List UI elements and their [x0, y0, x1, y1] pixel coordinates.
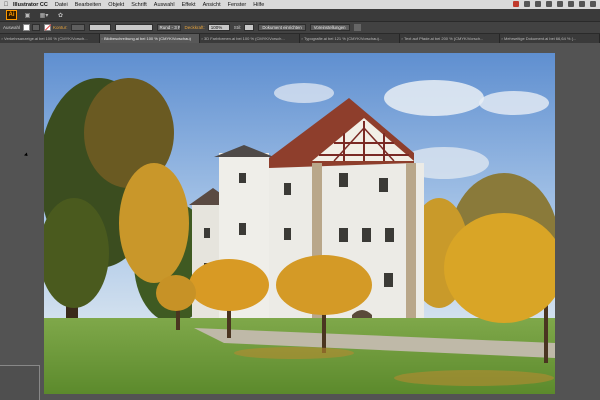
placed-image[interactable] [44, 53, 555, 394]
dropbox-icon[interactable] [524, 1, 530, 7]
list-icon[interactable] [590, 1, 596, 7]
wifi-icon[interactable] [546, 1, 552, 7]
macos-menubar:  Illustrator CC Datei Bearbeiten Objekt… [0, 0, 600, 9]
apple-icon[interactable]:  [3, 1, 9, 8]
tab-document-active[interactable]: × Bildbeschreibung.ai bei 100 % (CMYK/Vor… [100, 34, 200, 43]
volume-icon[interactable] [557, 1, 563, 7]
tab-document[interactable]: × 3D Farbformen.ai bei 100 % (CMYK/Vorsch… [200, 34, 300, 43]
menu-ansicht[interactable]: Ansicht [203, 2, 221, 8]
close-tab-icon[interactable]: × [301, 34, 303, 43]
castle-photo-illustration [44, 53, 555, 394]
mouse-cursor-icon [24, 152, 29, 158]
document-setup-button[interactable]: Dokument einrichten [258, 24, 306, 31]
stroke-label[interactable]: Kontur: [53, 25, 68, 30]
control-bar: Auswahl Kontur: Rund - 3 Pt. Deckkraft: … [0, 22, 600, 34]
menu-auswahl[interactable]: Auswahl [154, 2, 175, 8]
search-icon[interactable] [579, 1, 585, 7]
cloud-icon[interactable] [535, 1, 541, 7]
adjacent-artboard[interactable] [0, 365, 40, 400]
menu-fenster[interactable]: Fenster [228, 2, 247, 8]
stroke-weight-dropdown[interactable] [70, 24, 85, 31]
fill-swatch[interactable] [23, 24, 31, 31]
opacity-dropdown[interactable]: 100% [207, 24, 230, 31]
status-icons [513, 1, 596, 7]
menu-objekt[interactable]: Objekt [108, 2, 124, 8]
bridge-icon[interactable]: ▣ [23, 11, 32, 19]
app-bar: Ai ▣ ▦▾ ✿ [0, 9, 600, 22]
close-tab-icon[interactable]: × [201, 34, 203, 43]
style-label: Stil: [233, 25, 242, 30]
tab-document[interactable]: × Text auf Pfade.ai bei 200 % (CMYK/Vorsc… [400, 34, 500, 43]
tab-document[interactable]: × Verkehrsanzeige.ai bei 100 % (CMYK/Vors… [0, 34, 100, 43]
app-menu[interactable]: Illustrator CC [13, 2, 48, 8]
brush-dropdown[interactable]: Rund - 3 Pt. [156, 24, 181, 31]
stroke-swatch[interactable] [44, 24, 52, 31]
opacity-label[interactable]: Deckkraft: [185, 25, 205, 30]
menu-schrift[interactable]: Schrift [131, 2, 147, 8]
menu-datei[interactable]: Datei [55, 2, 68, 8]
gpu-icon[interactable]: ✿ [56, 11, 65, 19]
fill-dropdown[interactable] [32, 24, 41, 31]
record-icon[interactable] [513, 1, 519, 7]
illustrator-logo: Ai [6, 10, 17, 20]
document-tabs: × Verkehrsanzeige.ai bei 100 % (CMYK/Vors… [0, 34, 600, 43]
selection-label: Auswahl [3, 25, 21, 30]
close-tab-icon[interactable]: × [501, 34, 503, 43]
close-tab-icon[interactable]: × [101, 34, 103, 43]
close-tab-icon[interactable]: × [401, 34, 403, 43]
tab-document[interactable]: × Mehrseitige Dokument.ai bei 66,64 % (..… [500, 34, 600, 43]
preferences-button[interactable]: Voreinstellungen [309, 24, 350, 31]
variable-width-dropdown[interactable] [88, 24, 111, 31]
arrange-icon[interactable] [353, 24, 361, 31]
brush-spacer[interactable] [114, 24, 153, 31]
battery-icon[interactable] [568, 1, 574, 7]
menu-effekt[interactable]: Effekt [182, 2, 196, 8]
style-dropdown[interactable] [244, 24, 255, 31]
menu-hilfe[interactable]: Hilfe [253, 2, 264, 8]
arrange-documents-icon[interactable]: ▦▾ [37, 11, 51, 19]
close-tab-icon[interactable]: × [1, 34, 3, 43]
tab-document[interactable]: × Typografie.ai bei 121 % (CMYK/Vorschau)… [300, 34, 400, 43]
menu-bearbeiten[interactable]: Bearbeiten [75, 2, 102, 8]
